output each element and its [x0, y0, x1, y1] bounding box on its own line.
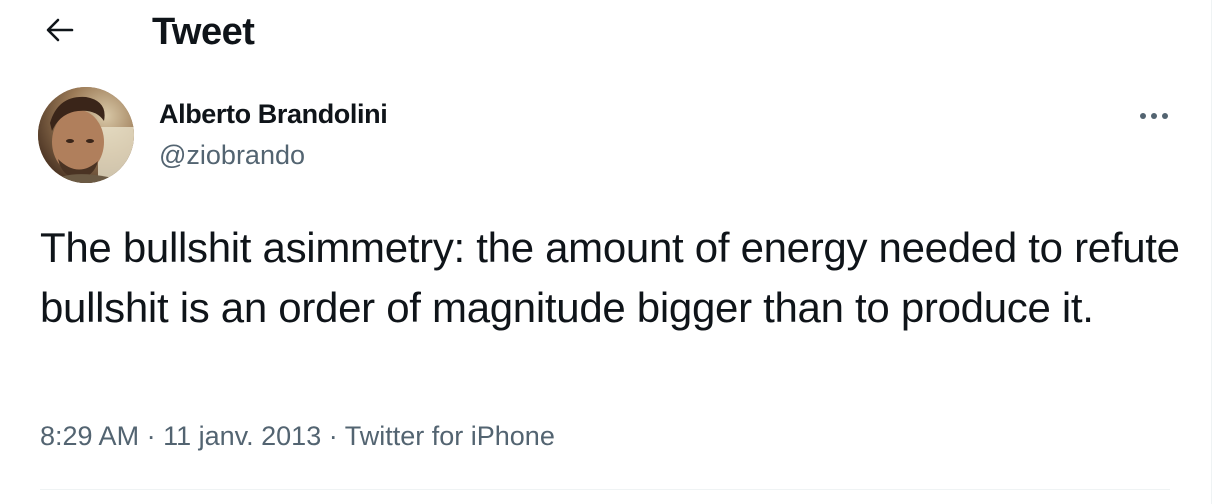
- tweet-date[interactable]: 11 janv. 2013: [163, 421, 321, 451]
- meta-separator: ·: [146, 421, 156, 451]
- more-options-button[interactable]: [1130, 96, 1178, 136]
- tweet-metadata: 8:29 AM · 11 janv. 2013 · Twitter for iP…: [40, 418, 555, 454]
- tweet-time[interactable]: 8:29 AM: [40, 421, 139, 451]
- arrow-left-icon: [45, 17, 75, 48]
- column-border: [1211, 0, 1212, 504]
- divider: [40, 489, 1170, 490]
- meta-separator: ·: [328, 421, 338, 451]
- page-header: Tweet: [0, 0, 1210, 64]
- back-button[interactable]: [34, 8, 86, 56]
- more-horizontal-icon: [1139, 107, 1169, 125]
- author-name[interactable]: Alberto Brandolini: [159, 97, 388, 131]
- author-handle[interactable]: @ziobrando: [159, 138, 305, 172]
- avatar[interactable]: [38, 87, 134, 183]
- tweet-text: The bullshit asimmetry: the amount of en…: [40, 224, 1180, 331]
- tweet-source[interactable]: Twitter for iPhone: [345, 421, 555, 451]
- page-title: Tweet: [152, 11, 255, 53]
